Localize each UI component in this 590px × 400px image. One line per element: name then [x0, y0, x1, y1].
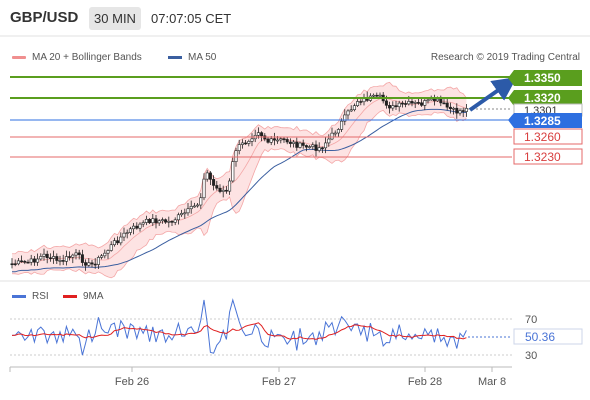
price-tag-pivot-text: 1.3285 — [524, 114, 561, 128]
rsi-swatch — [12, 294, 26, 298]
chart-widget: GBP/USD 30 MIN 07:07:05 CET MA 20 + Boll… — [0, 0, 590, 400]
price-tag-s1-text: 1.3260 — [524, 130, 561, 144]
x-label-feb26: Feb 26 — [115, 376, 149, 388]
chart-canvas: 1.3350 1.3320 1.3301 1.3285 1.3260 1.323… — [0, 35, 590, 388]
candle — [231, 157, 235, 183]
rsi-value-text: 50.36 — [525, 330, 555, 344]
bollinger-band-fill — [12, 82, 467, 278]
rsi-ma-polyline — [11, 322, 467, 340]
rsi-ma-swatch — [63, 294, 77, 298]
rsi-legend-label: RSI — [32, 291, 49, 302]
x-label-mar8: Mar 8 — [478, 376, 506, 388]
legend-9ma: 9MA — [63, 291, 104, 302]
price-tag-r1-text: 1.3320 — [524, 91, 561, 105]
legend-rsi: RSI — [12, 291, 49, 302]
price-tag-s1: 1.3260 — [513, 128, 583, 145]
price-tag-pivot: 1.3285 — [508, 113, 582, 128]
rsi-ma-legend-label: 9MA — [83, 291, 104, 302]
rsi-70-label: 70 — [525, 314, 537, 326]
price-tag-s2: 1.3230 — [513, 148, 583, 165]
price-tag-s2-text: 1.3230 — [524, 150, 561, 164]
x-label-feb28: Feb 28 — [408, 376, 442, 388]
rsi-value-tag: 50.36 — [513, 328, 583, 345]
x-label-feb27: Feb 27 — [262, 376, 296, 388]
price-tag-r2-text: 1.3350 — [524, 71, 561, 85]
price-tag-r2: 1.3350 — [508, 70, 582, 86]
rsi-polyline — [11, 298, 467, 356]
bollinger-bands — [11, 81, 467, 279]
rsi-lines — [11, 298, 512, 356]
rsi-30-label: 30 — [525, 350, 537, 362]
